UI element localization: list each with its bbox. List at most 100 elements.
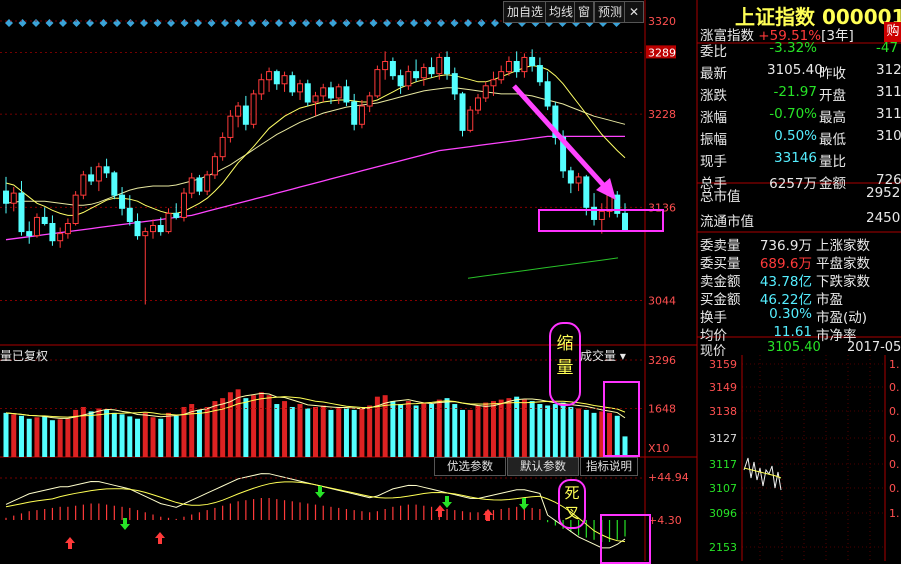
candle-body [467, 109, 474, 131]
candle-body [505, 61, 512, 73]
buy-signal-arrow [155, 532, 165, 544]
volume-bar [460, 409, 466, 457]
candle-body [10, 192, 17, 204]
volume-bar [150, 417, 156, 457]
candle-body [420, 67, 427, 79]
annotation-box-macd [600, 514, 651, 564]
volume-bar [537, 404, 543, 457]
mini-right-label: 1. [889, 507, 900, 520]
close-icon[interactable]: ✕ [624, 1, 644, 23]
indicator-info-button[interactable]: 指标说明 [580, 457, 638, 476]
volume-bar [258, 392, 264, 457]
volume-bar [34, 417, 40, 457]
volume-bar [135, 418, 141, 457]
volume-bar [591, 412, 597, 457]
volume-bar [545, 405, 551, 457]
candle-body [250, 93, 257, 125]
candle-body [3, 190, 9, 204]
marker-diamond [396, 19, 405, 27]
volume-bar [576, 408, 582, 457]
mini-tick-label: 2153 [709, 541, 737, 554]
candle-body [498, 71, 505, 81]
volume-bar [560, 402, 566, 457]
quote-row: 涨跌 -21.97 开盘 311 [700, 84, 901, 104]
annotation-box-volume [603, 381, 640, 457]
window-button[interactable]: 窗 [574, 1, 595, 23]
candle-body [536, 65, 543, 83]
volume-bar [204, 406, 210, 457]
buy-button[interactable]: 购 [884, 22, 901, 42]
mini-tick-label: 3107 [709, 482, 737, 495]
price-tick-label: 3320 [648, 15, 676, 28]
marker-diamond [194, 19, 202, 27]
total-market-cap: 总市值29525 [700, 185, 901, 205]
volume-bar [26, 418, 32, 457]
default-params-button[interactable]: 默认参数 [507, 457, 579, 476]
marker-diamond [32, 19, 40, 27]
candle-body [583, 176, 590, 208]
candle-body [235, 105, 242, 117]
volume-bar [367, 405, 373, 457]
price-tick-label: 3044 [648, 294, 676, 307]
mini-tick-label: 3149 [709, 381, 737, 394]
candle-body [266, 71, 273, 81]
marker-diamond [248, 19, 256, 27]
volume-bar [220, 398, 226, 457]
mini-tick-label: 3159 [709, 358, 737, 371]
candle-body [436, 56, 443, 75]
candle-body [41, 216, 48, 225]
ma-yellow-line [5, 65, 626, 216]
sell-signal-arrow [315, 486, 325, 498]
candle-body [544, 81, 551, 107]
marker-diamond [315, 19, 324, 27]
add-watchlist-button[interactable]: 加自选 [503, 1, 548, 23]
marker-diamond [153, 19, 162, 27]
candle-body [413, 71, 420, 79]
candle-body [126, 207, 133, 222]
marker-diamond [207, 19, 216, 27]
sell-signal-arrow [519, 498, 529, 510]
candle-body [157, 225, 164, 233]
quote-row: 现手 33146 量比 [700, 150, 846, 170]
mini-tick-label: 3096 [709, 507, 737, 520]
optimal-params-button[interactable]: 优选参数 [434, 457, 506, 476]
mini-right-label: 1. [889, 358, 900, 371]
volume-bar [158, 418, 164, 457]
volume-bar [421, 402, 427, 457]
candle-body [451, 73, 458, 95]
sell-signal-arrow [442, 496, 452, 508]
candle-body [64, 223, 71, 235]
marker-diamond [329, 19, 337, 27]
volume-bar [96, 408, 102, 457]
marker-diamond [450, 19, 459, 27]
moving-average-button[interactable]: 均线 [545, 1, 578, 23]
candle-body [196, 177, 203, 192]
quote-row: 换手 0.30% 市盈(动) [700, 306, 868, 326]
annotation-volume-shrink: 缩量 [549, 322, 581, 406]
forecast-button[interactable]: 预测 [594, 1, 627, 23]
quote-row: 委卖量 736.9万 上涨家数 [700, 238, 870, 254]
candle-body [111, 172, 118, 196]
mini-right-label: 0. [889, 482, 900, 495]
candle-body [304, 83, 311, 103]
marker-diamond [99, 19, 108, 27]
macd-tick-label: +4.30 [648, 514, 682, 527]
candle-body [72, 194, 79, 224]
volume-bar [506, 398, 512, 457]
marker-diamond [221, 19, 229, 27]
volume-bar [305, 408, 311, 457]
candle-body [335, 86, 342, 99]
volume-bar [3, 412, 9, 457]
float-market-cap: 流通市值24501 [700, 210, 901, 230]
volume-tick-label: 3296 [648, 354, 676, 367]
quote-row: 卖金额 43.78亿 下跌家数 [700, 274, 870, 290]
candle-body [204, 174, 211, 192]
volume-bar [413, 405, 419, 457]
candle-body [188, 177, 195, 194]
macd-tick-label: +44.94 [648, 471, 689, 484]
volume-indicator-select[interactable]: 成交量 ▾ [580, 347, 626, 364]
marker-diamond [437, 19, 445, 27]
price-tick-label: 3228 [648, 108, 676, 121]
marker-diamond [288, 19, 297, 27]
volume-bar [127, 416, 133, 457]
